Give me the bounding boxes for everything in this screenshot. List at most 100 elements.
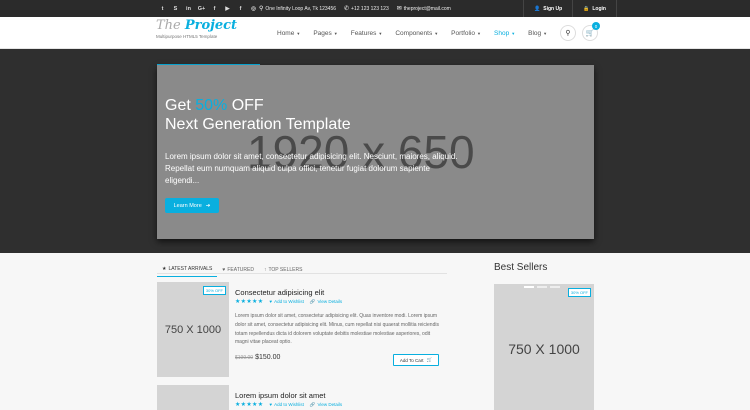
login-button[interactable]: 🔒 Login xyxy=(572,0,617,17)
heart-icon: ♥ xyxy=(269,402,273,407)
address-text: One Infinity Loop Av, Tk 123456 xyxy=(265,5,337,12)
email-link[interactable]: theproject@mail.com xyxy=(404,6,451,12)
map-marker-icon: ⚲ xyxy=(259,6,264,12)
main-header: The Project Multipurpose HTML5 Template … xyxy=(0,17,750,49)
product-image[interactable]: 750 X 1000 30% OFF xyxy=(157,282,229,377)
facebook-icon[interactable]: f xyxy=(234,6,247,12)
add-to-wishlist-link[interactable]: ♥ Add to Wishlist xyxy=(269,402,303,407)
logo[interactable]: The Project Multipurpose HTML5 Template xyxy=(156,18,238,40)
tab-latest-arrivals[interactable]: ★ LATEST ARRIVALS xyxy=(157,263,218,277)
linkedin-icon[interactable]: in xyxy=(182,6,195,12)
nav-label: Blog xyxy=(528,29,542,37)
nav-label: Home xyxy=(277,29,295,37)
best-seller-image[interactable]: 750 X 1000 30% OFF xyxy=(494,284,594,410)
cart-count-badge: 0 xyxy=(592,22,600,30)
product-name[interactable]: Consectetur adipisicing elit xyxy=(235,288,324,297)
carousel-dot[interactable] xyxy=(550,286,560,288)
nav-label: Portfolio xyxy=(451,29,476,37)
main-nav: Home ▼ Pages ▼ Features ▼ Components ▼ Portf… xyxy=(277,17,547,49)
product-price: $199.00 $150.00 xyxy=(235,354,280,361)
contact-info: ⚲ One Infinity Loop Av, Tk 123456 ✆ +12 12… xyxy=(259,0,451,17)
learn-more-button[interactable]: Learn More ➔ xyxy=(165,198,219,213)
nav-label: Features xyxy=(350,29,377,37)
youtube-icon[interactable]: f xyxy=(208,6,221,12)
user-icon: 👤 xyxy=(534,5,541,12)
chevron-down-icon: ▼ xyxy=(378,30,383,36)
nav-label: Shop xyxy=(494,29,510,37)
signup-button[interactable]: 👤 Sign Up xyxy=(523,0,572,17)
heart-icon: ♥ xyxy=(222,266,226,273)
product-image[interactable] xyxy=(157,385,229,410)
details-label: View Details xyxy=(317,402,343,407)
view-details-link[interactable]: 🔗 View Details xyxy=(310,299,342,305)
phone-icon: ✆ xyxy=(344,6,350,12)
chevron-down-icon: ▼ xyxy=(434,30,439,36)
cart-button[interactable]: 🛒 0 xyxy=(582,22,600,41)
search-button[interactable]: ⚲ xyxy=(560,25,576,41)
signup-label: Sign Up xyxy=(543,5,563,12)
logo-prefix: The xyxy=(156,18,185,33)
discount-badge: 30% OFF xyxy=(567,288,591,297)
carousel-dots xyxy=(524,286,560,288)
shopping-cart-icon: 🛒 xyxy=(426,357,433,362)
chevron-down-icon: ▼ xyxy=(511,30,516,36)
best-sellers-title: Best Sellers xyxy=(494,262,548,273)
product-name[interactable]: Lorem ipsum dolor sit amet xyxy=(235,391,325,400)
add-to-wishlist-link[interactable]: ♥ Add to Wishlist xyxy=(269,299,303,304)
hero-title: Get 50% OFF Next Generation Template xyxy=(165,96,351,134)
nav-portfolio[interactable]: Portfolio ▼ xyxy=(451,30,481,37)
link-icon: 🔗 xyxy=(309,401,316,407)
email-icon: ✉ xyxy=(396,6,402,12)
tab-label: LATEST ARRIVALS xyxy=(168,266,213,272)
old-price: $199.00 xyxy=(235,355,254,361)
hero-title-pre: Get xyxy=(165,97,196,114)
link-icon: 🔗 xyxy=(309,298,316,304)
tabs-divider xyxy=(157,273,447,274)
logo-main: Project xyxy=(184,18,238,33)
image-placeholder-label: 750 X 1000 xyxy=(164,323,222,336)
product-description: Lorem ipsum dolor sit amet, consectetur … xyxy=(235,313,439,346)
product-rating-row: ★★★★★ ♥ Add to Wishlist 🔗 View Details xyxy=(235,401,342,409)
arrow-up-icon: ↑ xyxy=(263,266,267,273)
flickr-icon[interactable]: ▶ xyxy=(221,6,234,12)
nav-shop[interactable]: Shop ▼ xyxy=(494,30,515,37)
nav-label: Pages xyxy=(313,29,332,37)
nav-label: Components xyxy=(395,29,433,37)
product-tabs: ★ LATEST ARRIVALS ♥ FEATURED ↑ TOP SELLERS xyxy=(157,263,307,277)
phone-text: +12 123 123 123 xyxy=(351,5,389,12)
view-details-link[interactable]: 🔗 View Details xyxy=(310,402,342,408)
rating-stars: ★★★★★ xyxy=(235,402,264,408)
carousel-dot[interactable] xyxy=(524,286,534,288)
nav-home[interactable]: Home ▼ xyxy=(277,30,300,37)
hero-text: Lorem ipsum dolor sit amet, consectetur … xyxy=(165,152,458,185)
header-icons: ⚲ 🛒 0 xyxy=(560,22,600,41)
image-placeholder-label: 750 X 1000 xyxy=(508,341,580,357)
googleplus-icon[interactable]: G+ xyxy=(195,6,208,12)
chevron-down-icon: ▼ xyxy=(296,30,301,36)
hero-title-highlight: 50% xyxy=(195,97,228,114)
hero-title-post: OFF xyxy=(227,97,264,114)
tab-label: FEATURED xyxy=(227,266,254,273)
nav-features[interactable]: Features ▼ xyxy=(351,30,383,37)
skype-icon[interactable]: S xyxy=(169,6,182,12)
nav-blog[interactable]: Blog ▼ xyxy=(528,30,547,37)
top-bar: t S in G+ f ▶ f ◎ ⚲ One Infinity Loop Av,… xyxy=(0,0,750,17)
nav-pages[interactable]: Pages ▼ xyxy=(313,30,337,37)
social-links: t S in G+ f ▶ f ◎ xyxy=(156,0,260,17)
product-rating-row: ★★★★★ ♥ Add to Wishlist 🔗 View Details xyxy=(235,298,342,306)
discount-badge: 30% OFF xyxy=(202,286,226,295)
carousel-dot[interactable] xyxy=(537,286,547,288)
hero-section: 1920 x 650 Get 50% OFF Next Generation T… xyxy=(0,49,750,253)
nav-components[interactable]: Components ▼ xyxy=(395,30,438,37)
auth-links: 👤 Sign Up 🔒 Login xyxy=(523,0,617,17)
shopping-cart-icon: 🛒 xyxy=(585,30,595,37)
cart-label: Add To Cart xyxy=(399,357,424,363)
rating-stars: ★★★★★ xyxy=(235,299,264,305)
twitter-icon[interactable]: t xyxy=(156,6,169,12)
search-icon: ⚲ xyxy=(565,30,571,37)
tab-top-sellers[interactable]: ↑ TOP SELLERS xyxy=(259,263,308,277)
learn-more-label: Learn More xyxy=(173,202,202,209)
tab-featured[interactable]: ♥ FEATURED xyxy=(217,263,259,277)
chevron-down-icon: ▼ xyxy=(543,30,548,36)
add-to-cart-button[interactable]: Add To Cart 🛒 xyxy=(393,354,439,366)
